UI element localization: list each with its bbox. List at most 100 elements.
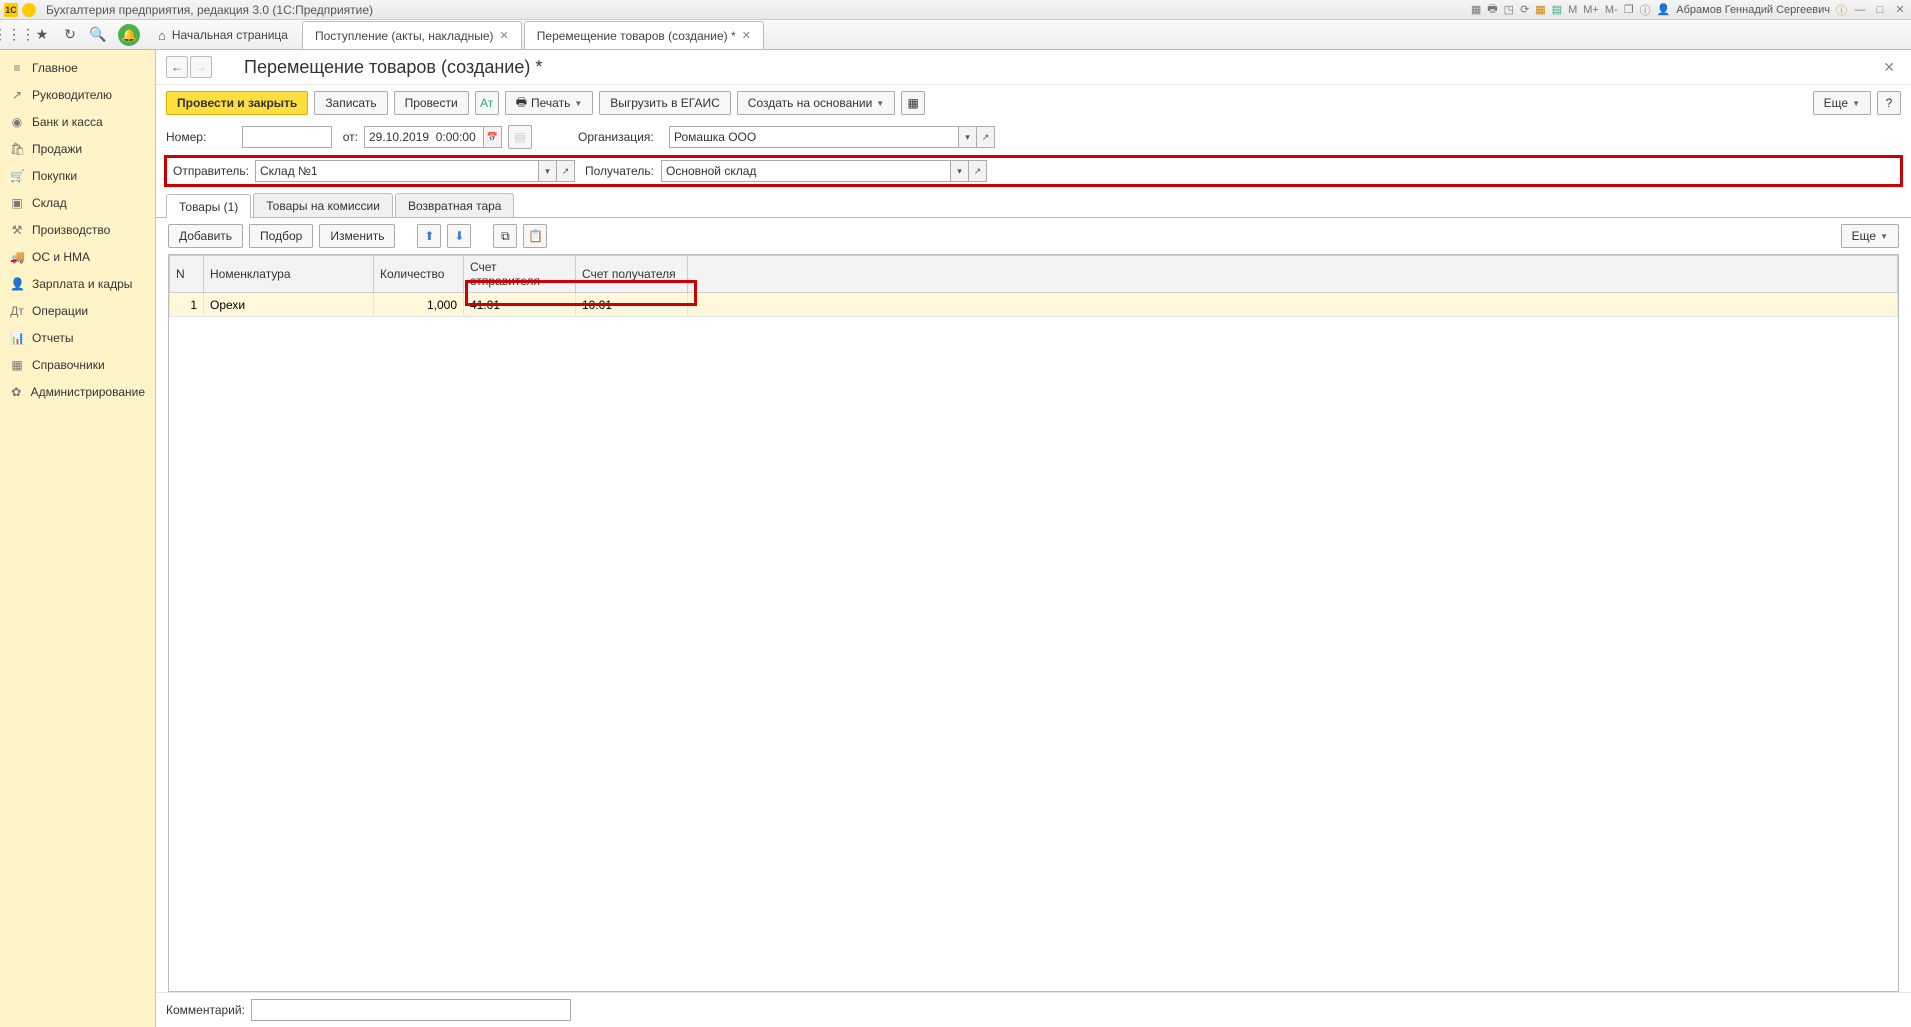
cell-acc-send[interactable]: 41.01	[464, 293, 576, 317]
open-icon[interactable]: ↗	[977, 126, 995, 148]
cell-qty[interactable]: 1,000	[374, 293, 464, 317]
page-title: Перемещение товаров (создание) *	[244, 57, 542, 78]
forward-button[interactable]: →	[190, 56, 212, 78]
close-icon[interactable]: ✕	[500, 29, 509, 42]
receiver-input[interactable]	[661, 160, 951, 182]
sidebar-item-warehouse[interactable]: ▣Склад	[0, 189, 155, 216]
close-button[interactable]: ✕	[1893, 3, 1907, 16]
more-button[interactable]: Еще▼	[1813, 91, 1871, 115]
sidebar-item-salary[interactable]: 👤Зарплата и кадры	[0, 270, 155, 297]
copy-button[interactable]: ⧉	[493, 224, 517, 248]
cell-nomen[interactable]: Орехи	[204, 293, 374, 317]
col-n[interactable]: N	[170, 256, 204, 293]
col-nomen[interactable]: Номенклатура	[204, 256, 374, 293]
tab-receipts[interactable]: Поступление (акты, накладные) ✕	[302, 21, 522, 49]
window-icon[interactable]: ❐	[1624, 3, 1634, 16]
sidebar-item-purchases[interactable]: 🛒Покупки	[0, 162, 155, 189]
sidebar-item-reports[interactable]: 📊Отчеты	[0, 324, 155, 351]
comment-input[interactable]	[251, 999, 571, 1021]
number-input[interactable]	[242, 126, 332, 148]
dropdown-icon[interactable]: ▾	[951, 160, 969, 182]
user-name[interactable]: Абрамов Геннадий Сергеевич	[1676, 4, 1830, 16]
close-page-button[interactable]: ✕	[1877, 59, 1901, 76]
search-icon[interactable]: 🔍	[84, 21, 112, 49]
toolbar-icon[interactable]: ▦	[1471, 3, 1481, 16]
info-icon[interactable]: ⓘ	[1640, 2, 1651, 18]
paste-button[interactable]: 📋	[523, 224, 547, 248]
doctab-goods[interactable]: Товары (1)	[166, 194, 251, 218]
col-acc-send[interactable]: Счет отправителя	[464, 256, 576, 293]
org-input[interactable]	[669, 126, 959, 148]
dropdown-icon[interactable]: ▾	[539, 160, 557, 182]
create-based-button[interactable]: Создать на основании▼	[737, 91, 895, 115]
top-toolbar: ⋮⋮⋮ ★ ↻ 🔍 🔔 ⌂ Начальная страница Поступл…	[0, 20, 1911, 50]
doctab-tara[interactable]: Возвратная тара	[395, 193, 515, 217]
star-icon[interactable]: ★	[28, 21, 56, 49]
table-more-button[interactable]: Еще▼	[1841, 224, 1899, 248]
col-acc-recv[interactable]: Счет получателя	[576, 256, 688, 293]
calc-icon[interactable]: ▤	[1552, 3, 1562, 16]
tool-icon[interactable]: ◳	[1504, 3, 1514, 16]
apps-icon[interactable]: ⋮⋮⋮	[0, 21, 28, 49]
content-area: ← → Перемещение товаров (создание) * ✕ П…	[156, 50, 1911, 1027]
post-and-close-button[interactable]: Провести и закрыть	[166, 91, 308, 115]
sidebar-item-admin[interactable]: ✿Администрирование	[0, 378, 155, 405]
tab-home[interactable]: ⌂ Начальная страница	[146, 21, 300, 49]
col-qty[interactable]: Количество	[374, 256, 464, 293]
sidebar-item-catalogs[interactable]: ▦Справочники	[0, 351, 155, 378]
calendar-icon[interactable]: ▦	[1535, 3, 1545, 16]
sidebar-item-main[interactable]: ≡Главное	[0, 54, 155, 81]
sidebar-item-label: Главное	[32, 61, 78, 75]
bell-icon[interactable]: 🔔	[118, 24, 140, 46]
date-input[interactable]	[364, 126, 484, 148]
mem-mplus[interactable]: M+	[1583, 4, 1599, 16]
bank-icon: ◉	[10, 115, 24, 129]
sidebar-item-label: Производство	[32, 223, 110, 237]
dropdown-icon[interactable]: ▾	[959, 126, 977, 148]
print-button[interactable]: 🖶Печать▼	[505, 91, 594, 115]
struct-button[interactable]: ▦	[901, 91, 925, 115]
sidebar-item-manager[interactable]: ↗Руководителю	[0, 81, 155, 108]
open-icon[interactable]: ↗	[969, 160, 987, 182]
table-row[interactable]: 1 Орехи 1,000 41.01 10.01	[170, 293, 1898, 317]
egais-button[interactable]: Выгрузить в ЕГАИС	[599, 91, 731, 115]
tab-transfer[interactable]: Перемещение товаров (создание) * ✕	[524, 21, 764, 49]
open-icon[interactable]: ↗	[557, 160, 575, 182]
maximize-button[interactable]: □	[1873, 4, 1887, 16]
cell-n[interactable]: 1	[170, 293, 204, 317]
sidebar-item-operations[interactable]: ДтОперации	[0, 297, 155, 324]
sidebar-item-sales[interactable]: 🛍Продажи	[0, 135, 155, 162]
tab-label: Перемещение товаров (создание) *	[537, 29, 736, 43]
minimize-button[interactable]: —	[1853, 4, 1867, 16]
doc-tabs: Товары (1) Товары на комиссии Возвратная…	[156, 193, 1911, 218]
sidebar-item-production[interactable]: ⚒Производство	[0, 216, 155, 243]
page-header: ← → Перемещение товаров (создание) * ✕	[156, 50, 1911, 85]
doctab-commission[interactable]: Товары на комиссии	[253, 193, 393, 217]
calendar-icon[interactable]: 📅	[484, 126, 502, 148]
move-up-button[interactable]: ⬆	[417, 224, 441, 248]
cell-acc-recv[interactable]: 10.01	[576, 293, 688, 317]
sidebar-item-assets[interactable]: 🚚ОС и НМА	[0, 243, 155, 270]
cell-empty	[688, 293, 1898, 317]
history-icon[interactable]: ↻	[56, 21, 84, 49]
dtkt-button[interactable]: Ат	[475, 91, 499, 115]
info2-icon[interactable]: ⓘ	[1836, 2, 1847, 18]
goods-table: N Номенклатура Количество Счет отправите…	[169, 255, 1898, 317]
sender-input[interactable]	[255, 160, 539, 182]
print-icon[interactable]: 🖶	[1487, 0, 1497, 19]
sidebar-item-bank[interactable]: ◉Банк и касса	[0, 108, 155, 135]
back-button[interactable]: ←	[166, 56, 188, 78]
sidebar-item-label: Руководителю	[32, 88, 112, 102]
table-header-row: N Номенклатура Количество Счет отправите…	[170, 256, 1898, 293]
mem-m[interactable]: M	[1568, 4, 1577, 16]
change-button[interactable]: Изменить	[319, 224, 395, 248]
help-button[interactable]: ?	[1877, 91, 1901, 115]
mem-mminus[interactable]: M-	[1605, 4, 1618, 16]
add-button[interactable]: Добавить	[168, 224, 243, 248]
close-icon[interactable]: ✕	[742, 29, 751, 42]
tool-icon[interactable]: ⟳	[1520, 3, 1529, 16]
post-button[interactable]: Провести	[394, 91, 469, 115]
move-down-button[interactable]: ⬇	[447, 224, 471, 248]
pick-button[interactable]: Подбор	[249, 224, 313, 248]
write-button[interactable]: Записать	[314, 91, 387, 115]
